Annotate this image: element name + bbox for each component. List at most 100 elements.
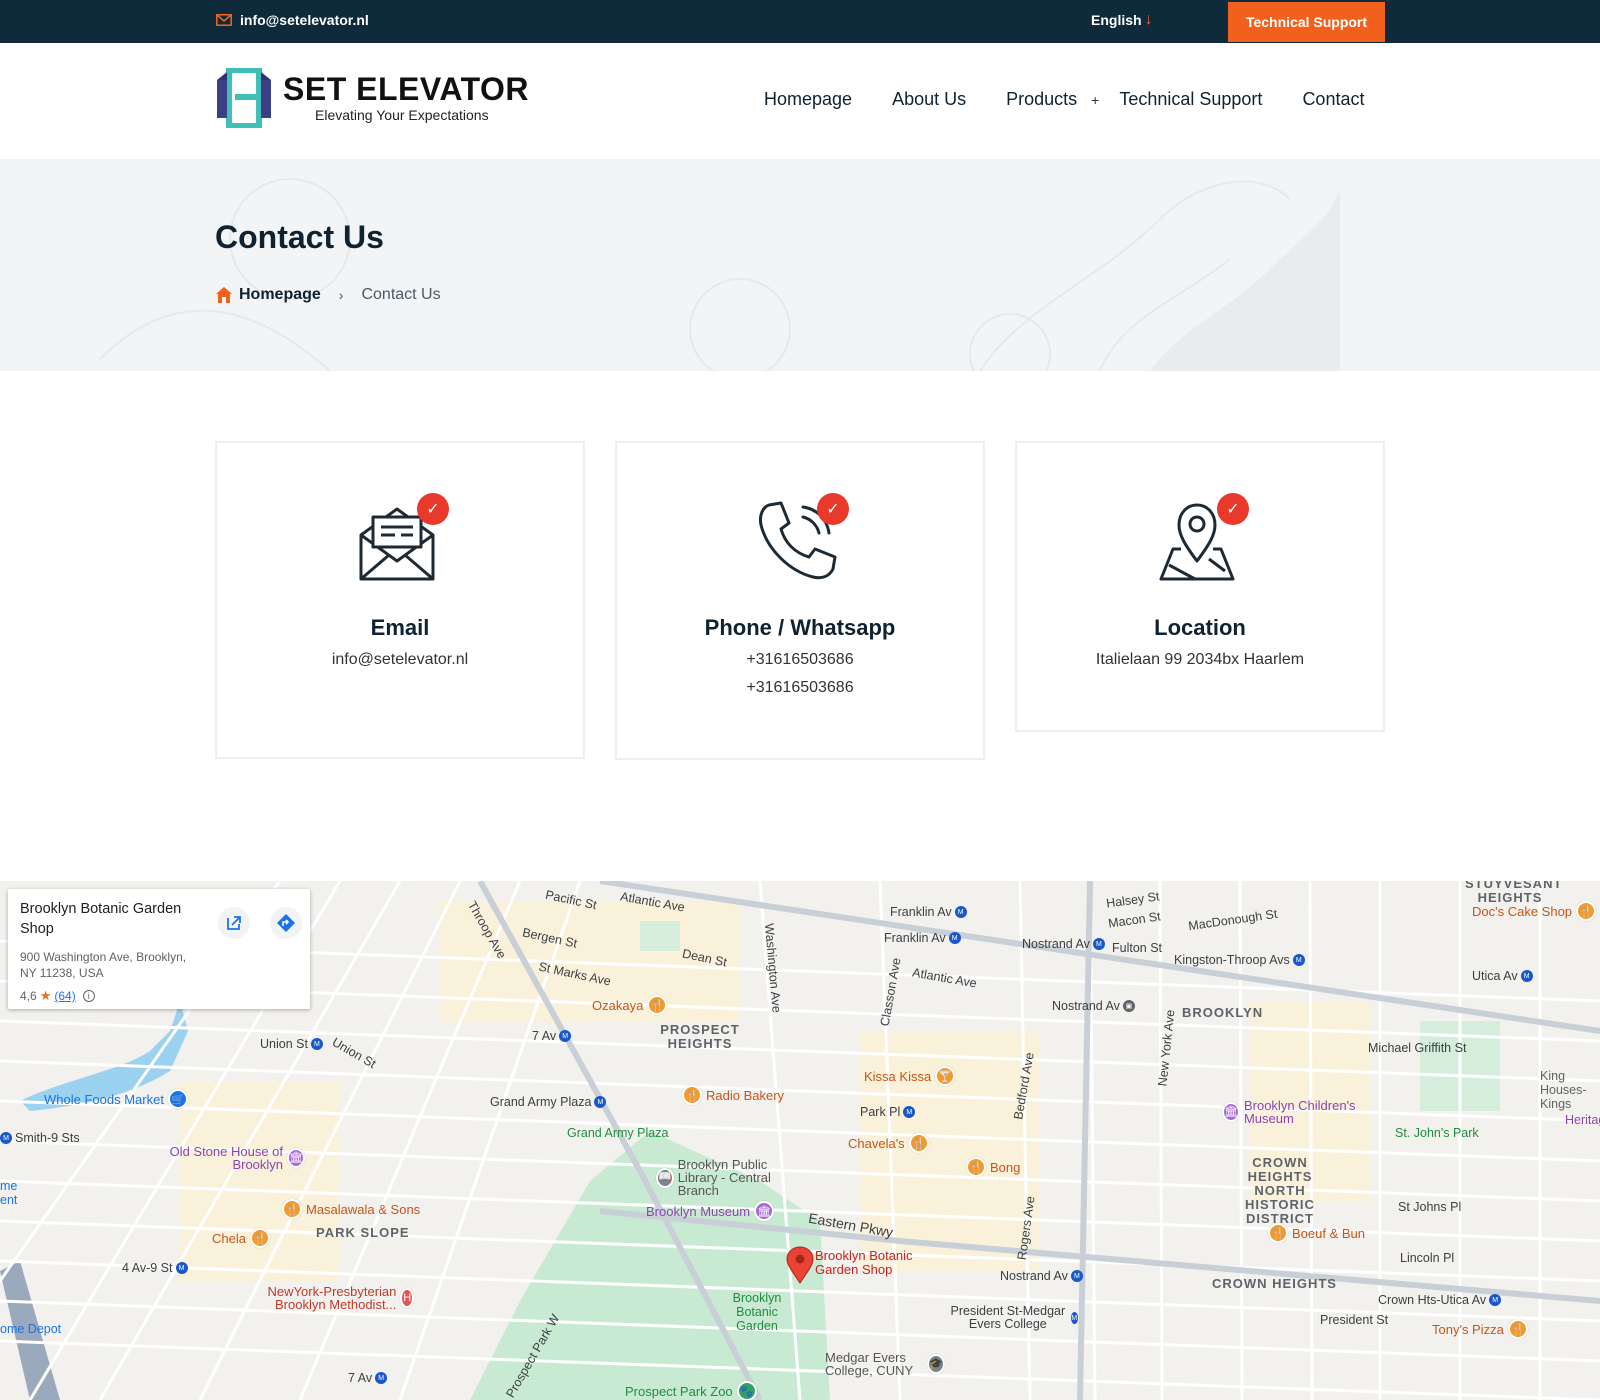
- technical-support-button[interactable]: Technical Support: [1228, 2, 1385, 42]
- poi-childrens-museum[interactable]: 🏛 Brooklyn Children's Museum: [1222, 1099, 1362, 1125]
- email-card-value[interactable]: info@setelevator.nl: [217, 651, 583, 669]
- subway-station[interactable]: Union St M: [260, 1037, 323, 1051]
- station-label: Crown Hts-Utica Av: [1378, 1293, 1487, 1307]
- home-icon: [216, 287, 232, 303]
- subway-station[interactable]: Nostrand Av ▣: [1052, 999, 1135, 1013]
- restaurant-icon: 🍴: [908, 1133, 929, 1153]
- poi-ozakaya[interactable]: Ozakaya 🍴: [592, 995, 668, 1015]
- bar-icon: 🍸: [935, 1066, 956, 1086]
- subway-station[interactable]: Nostrand Av M: [1000, 1269, 1083, 1283]
- subway-station[interactable]: 7 Av M: [532, 1029, 572, 1043]
- poi-old-stone-house[interactable]: Old Stone House of Brooklyn 🏛: [165, 1145, 305, 1171]
- poi-docs-cake-shop[interactable]: Doc's Cake Shop 🍴: [1472, 901, 1597, 921]
- page-hero: Contact Us Homepage › Contact Us: [0, 159, 1600, 371]
- rating-value: 4,6: [20, 989, 37, 1003]
- subway-station[interactable]: 4 Av-9 St M: [122, 1261, 188, 1275]
- nav-technical-support[interactable]: Technical Support: [1119, 89, 1262, 110]
- directions-button[interactable]: [270, 907, 302, 939]
- station-label: Park Pl: [860, 1105, 901, 1119]
- restaurant-icon: 🍴: [682, 1085, 702, 1105]
- poi-boeuf-bun[interactable]: 🍴 Boeuf & Bun: [1268, 1223, 1365, 1243]
- embedded-map[interactable]: PROSPECT HEIGHTS BROOKLYN PARK SLOPE CRO…: [0, 881, 1600, 1400]
- reviews-link[interactable]: (64): [54, 989, 75, 1003]
- subway-station[interactable]: Nostrand Av M: [1022, 937, 1105, 951]
- nav-products[interactable]: Products: [1006, 89, 1077, 110]
- poi-label: Chela: [212, 1230, 246, 1246]
- restaurant-icon: 🍴: [1507, 1319, 1528, 1339]
- map-place-card: Brooklyn Botanic Garden Shop 900 Washing…: [8, 889, 310, 1009]
- subway-station[interactable]: Franklin Av M: [884, 931, 961, 945]
- area-label: Heritag: [1565, 1113, 1600, 1127]
- poi-methodist-hospital[interactable]: NewYork-Presbyterian Brooklyn Methodist.…: [244, 1285, 414, 1311]
- poi-label: me: [0, 1179, 18, 1193]
- park-label: St. John's Park: [1395, 1126, 1479, 1140]
- subway-icon: M: [1092, 938, 1105, 950]
- poi-kissa-kissa[interactable]: Kissa Kissa 🍸: [864, 1066, 956, 1086]
- subway-station[interactable]: M Smith-9 Sts: [0, 1131, 80, 1145]
- area-label: PARK SLOPE: [316, 1225, 410, 1240]
- subway-station[interactable]: Utica Av M: [1472, 969, 1533, 983]
- poi-prospect-park-zoo[interactable]: Prospect Park Zoo 🐾: [625, 1381, 757, 1400]
- station-label: 4 Av-9 St: [122, 1261, 173, 1275]
- location-card-value[interactable]: Italielaan 99 2034bx Haarlem: [1017, 651, 1383, 669]
- nav-homepage[interactable]: Homepage: [764, 89, 852, 110]
- nav-contact[interactable]: Contact: [1302, 89, 1364, 110]
- hospital-icon: H: [400, 1288, 414, 1308]
- station-label: Smith-9 Sts: [15, 1131, 80, 1145]
- restaurant-icon: 🍴: [1576, 901, 1597, 921]
- subway-station[interactable]: Crown Hts-Utica Av M: [1378, 1293, 1502, 1307]
- poi-tonys-pizza[interactable]: Tony's Pizza 🍴: [1432, 1319, 1528, 1339]
- poi-radio-bakery[interactable]: 🍴 Radio Bakery: [682, 1085, 784, 1105]
- subway-icon: M: [1070, 1270, 1083, 1282]
- nav-about-us[interactable]: About Us: [892, 89, 966, 110]
- poi-masalawala[interactable]: 🍴 Masalawala & Sons: [282, 1199, 420, 1219]
- transit-icon: ▣: [1122, 1000, 1135, 1012]
- phone-card-value-1[interactable]: +31616503686: [617, 651, 983, 669]
- subway-station[interactable]: President St-Medgar Evers College M: [948, 1305, 1078, 1331]
- top-email[interactable]: info@setelevator.nl: [216, 12, 369, 28]
- check-badge-icon: ✓: [417, 493, 449, 525]
- station-label: Nostrand Av: [1022, 937, 1090, 951]
- email-card: ✓ Email info@setelevator.nl: [215, 441, 585, 759]
- poi-label: Brooklyn Public Library - Central Branch: [677, 1157, 771, 1198]
- poi-label: Doc's Cake Shop: [1472, 903, 1573, 919]
- email-card-title: Email: [370, 615, 430, 640]
- poi-bong[interactable]: 🍴 Bong: [966, 1157, 1020, 1177]
- subway-icon: M: [175, 1262, 188, 1274]
- area-label: CROWN HEIGHTS: [1212, 1276, 1337, 1291]
- restaurant-icon: 🍴: [966, 1157, 986, 1177]
- subway-icon: M: [1292, 954, 1305, 966]
- subway-station[interactable]: Park Pl M: [860, 1105, 916, 1119]
- poi-whole-foods[interactable]: Whole Foods Market 🛒: [44, 1089, 188, 1109]
- poi-label: Radio Bakery: [706, 1087, 785, 1103]
- area-label: BROOKLYN: [1182, 1005, 1264, 1020]
- poi-medgar-evers[interactable]: Medgar Evers College, CUNY 🎓: [825, 1351, 945, 1377]
- poi-brooklyn-museum[interactable]: Brooklyn Museum 🏛: [646, 1201, 775, 1221]
- subway-icon: M: [954, 906, 967, 918]
- top-email-text: info@setelevator.nl: [240, 12, 369, 28]
- subway-station[interactable]: Franklin Av M: [890, 905, 967, 919]
- map-marker[interactable]: [786, 1246, 814, 1289]
- info-icon[interactable]: i: [82, 990, 95, 1002]
- restaurant-icon: 🍴: [1268, 1223, 1288, 1243]
- poi-label: Chavela's: [848, 1135, 905, 1151]
- subway-station[interactable]: Grand Army Plaza M: [490, 1095, 607, 1109]
- top-bar: info@setelevator.nl English ↓ Technical …: [0, 0, 1600, 43]
- poi-chela[interactable]: Chela 🍴: [212, 1228, 270, 1248]
- language-selector[interactable]: English ↓: [1091, 12, 1153, 29]
- poi-public-library[interactable]: 📖 Brooklyn Public Library - Central Branc…: [656, 1158, 806, 1197]
- logo[interactable]: SET ELEVATOR Elevating Your Expectations: [215, 68, 529, 128]
- place-rating: 4,6 ★ (64) i: [20, 988, 95, 1004]
- phone-card-value-2[interactable]: +31616503686: [617, 679, 983, 697]
- breadcrumb-home[interactable]: Homepage: [239, 286, 321, 304]
- poi-chavelas[interactable]: Chavela's 🍴: [848, 1133, 929, 1153]
- station-label: Franklin Av: [884, 931, 946, 945]
- location-pin-icon: [786, 1246, 814, 1284]
- open-in-maps-button[interactable]: [218, 907, 250, 939]
- subway-station[interactable]: 7 Av M: [348, 1371, 388, 1385]
- street-label: Michael Griffith St: [1368, 1041, 1467, 1055]
- station-label: 7 Av: [532, 1029, 557, 1043]
- subway-station[interactable]: Kingston-Throop Avs M: [1174, 953, 1305, 967]
- plus-icon[interactable]: +: [1091, 92, 1099, 108]
- phone-card-title: Phone / Whatsapp: [704, 615, 896, 640]
